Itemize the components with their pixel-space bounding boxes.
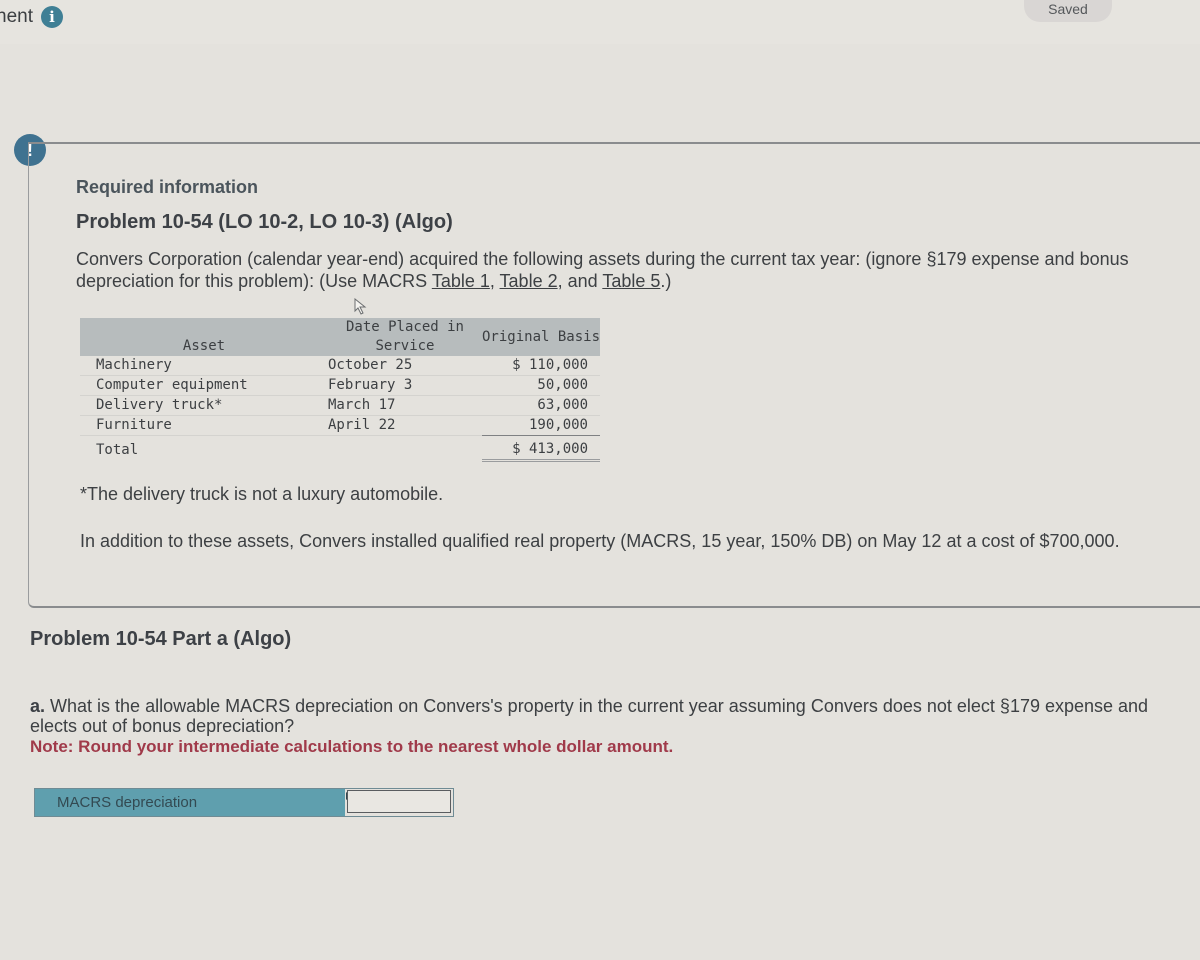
assets-table: Asset Date Placed in Service Original Ba… xyxy=(80,318,600,462)
question-prefix: a. xyxy=(30,696,46,716)
link-table-5[interactable]: Table 5 xyxy=(602,271,660,291)
intro-separator: , and xyxy=(557,271,603,291)
additional-info: In addition to these assets, Convers ins… xyxy=(80,531,1120,551)
asset-basis: 50,000 xyxy=(482,375,600,396)
total-label: Total xyxy=(96,441,139,458)
intro-separator: , xyxy=(489,271,500,291)
info-icon[interactable]: i xyxy=(41,6,63,28)
saved-status-badge: Saved xyxy=(1024,0,1112,22)
asset-name: Furniture xyxy=(80,415,328,436)
question-text: What is the allowable MACRS depreciation… xyxy=(30,696,1149,736)
top-bar: nent i Saved xyxy=(0,0,1200,44)
asset-name: Computer equipment xyxy=(80,375,328,396)
part-a-title: Problem 10-54 Part a (Algo) xyxy=(30,628,292,650)
mouse-cursor-icon xyxy=(354,298,367,315)
footnote: *The delivery truck is not a luxury auto… xyxy=(80,484,444,504)
problem-title: Problem 10-54 (LO 10-2, LO 10-3) (Algo) xyxy=(76,211,453,233)
macrs-depreciation-label: MACRS depreciation xyxy=(35,789,345,816)
table-header-row: Asset Date Placed in Service Original Ba… xyxy=(80,318,600,356)
part-a-question: a. What is the allowable MACRS depreciat… xyxy=(30,696,1170,736)
table-row: Furniture April 22 190,000 xyxy=(80,415,600,436)
header-date-placed: Date Placed in Service xyxy=(328,318,482,356)
asset-date: October 25 xyxy=(328,356,482,376)
asset-basis: $ 110,000 xyxy=(482,356,600,376)
link-table-1[interactable]: Table 1 xyxy=(432,271,490,291)
rounding-note: Note: Round your intermediate calculatio… xyxy=(30,737,674,756)
intro-end: .) xyxy=(660,271,672,291)
asset-basis: 63,000 xyxy=(482,395,600,416)
table-row: Machinery October 25 $ 110,000 xyxy=(80,356,600,376)
macrs-depreciation-answer-row: MACRS depreciation xyxy=(34,788,454,817)
asset-name: Machinery xyxy=(80,356,328,376)
problem-intro: Convers Corporation (calendar year-end) … xyxy=(76,248,1176,292)
header-asset: Asset xyxy=(80,318,328,356)
macrs-depreciation-input[interactable] xyxy=(347,790,451,813)
table-row: Computer equipment February 3 50,000 xyxy=(80,375,600,396)
required-information-label: Required information xyxy=(76,177,259,197)
table-row: Delivery truck* March 17 63,000 xyxy=(80,395,600,416)
header-original-basis: Original Basis xyxy=(482,318,600,356)
link-table-2[interactable]: Table 2 xyxy=(500,271,558,291)
asset-date: April 22 xyxy=(328,415,482,436)
asset-name: Delivery truck* xyxy=(80,395,328,416)
asset-date: February 3 xyxy=(328,375,482,396)
asset-date: March 17 xyxy=(328,395,482,416)
assignment-title-fragment: nent xyxy=(0,6,33,27)
table-total-row: Total $ 413,000 xyxy=(80,435,600,462)
total-basis: $ 413,000 xyxy=(482,435,600,462)
asset-basis: 190,000 xyxy=(482,415,600,436)
total-date-empty xyxy=(328,436,482,461)
